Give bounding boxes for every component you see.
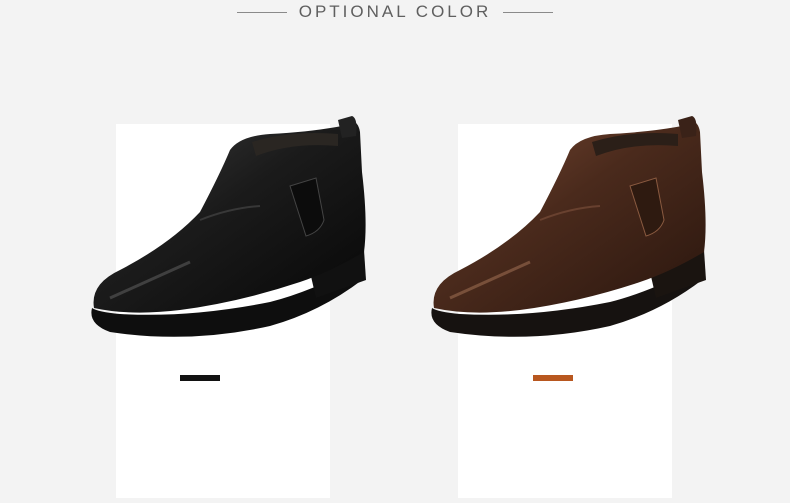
color-swatch-black[interactable] [180, 375, 220, 381]
section-header: OPTIONAL COLOR [0, 0, 790, 24]
black-boot-image[interactable] [80, 112, 380, 352]
header-right-rule [503, 11, 554, 13]
section-title: OPTIONAL COLOR [298, 2, 492, 21]
header-left-rule [236, 11, 287, 13]
color-swatch-brown[interactable] [533, 375, 573, 381]
brown-boot-image[interactable] [420, 112, 720, 352]
